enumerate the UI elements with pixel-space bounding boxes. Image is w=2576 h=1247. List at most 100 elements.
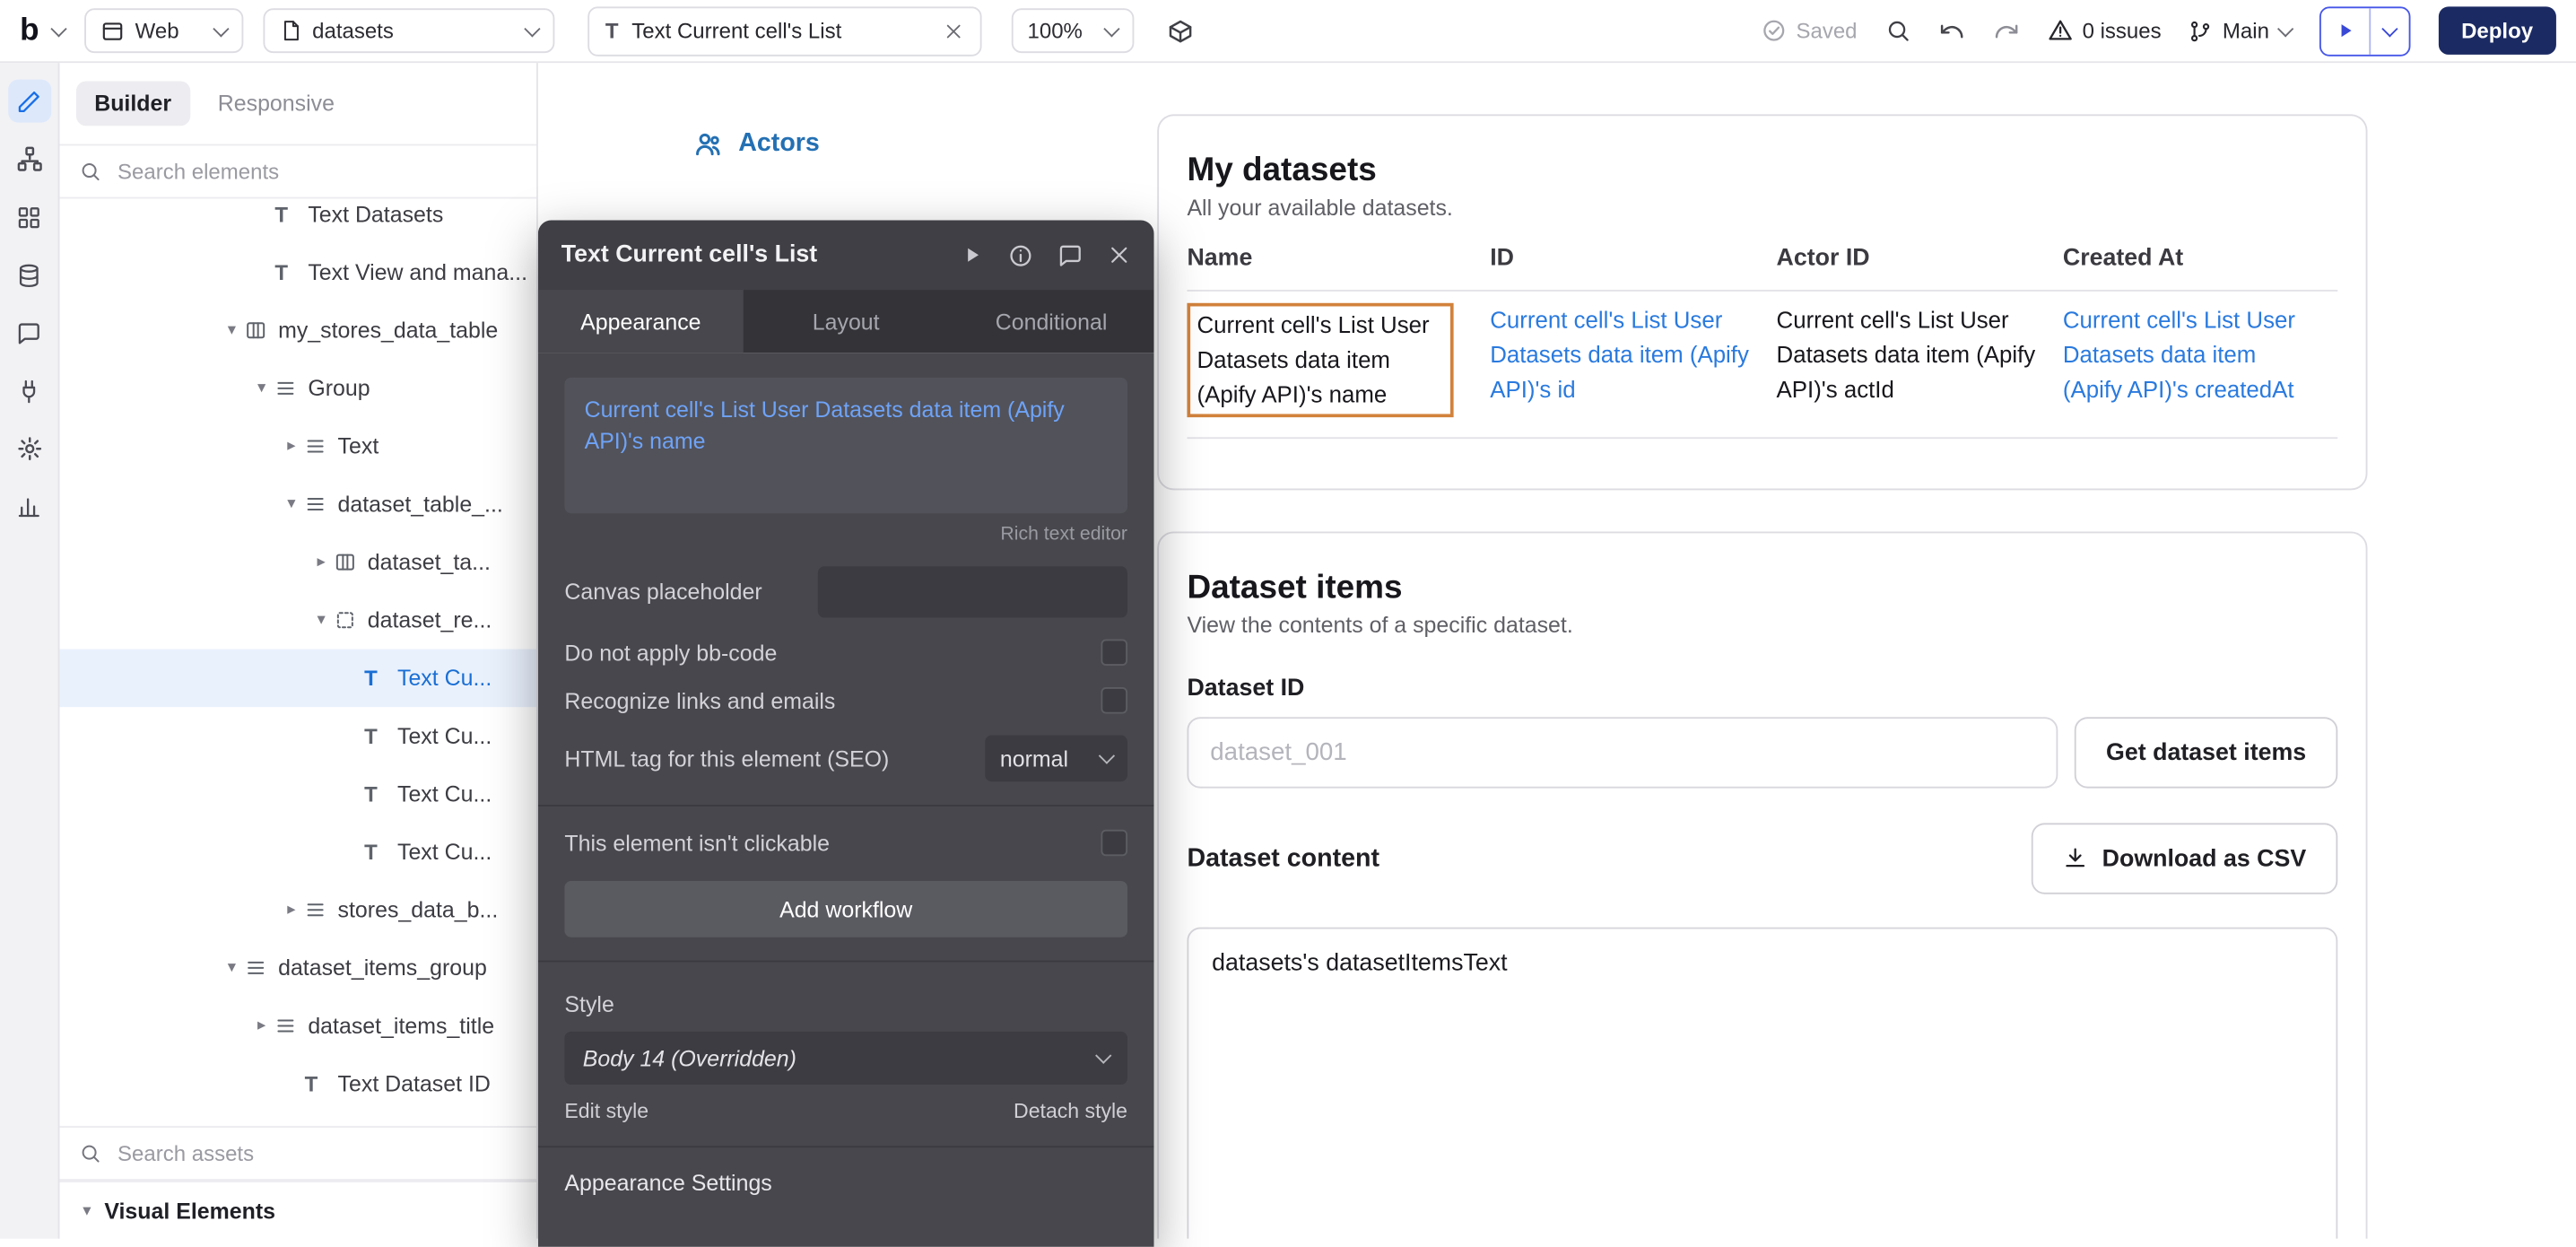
recognize-links-checkbox[interactable] — [1101, 687, 1127, 714]
undo-icon — [1938, 17, 1965, 44]
chevron-down-icon[interactable]: ▾ — [219, 959, 246, 977]
property-editor-header[interactable]: Text Current cell's List — [538, 220, 1154, 290]
redo-icon — [1993, 17, 2020, 44]
html-tag-select[interactable]: normal — [985, 736, 1127, 782]
rail-settings-button[interactable] — [7, 427, 50, 470]
chevron-down-icon[interactable]: ▾ — [219, 321, 246, 339]
tree-item[interactable]: ▾dataset_re... — [59, 591, 536, 650]
tab-layout[interactable]: Layout — [744, 290, 949, 353]
database-icon — [16, 263, 41, 288]
preview-run-button[interactable] — [2320, 7, 2369, 54]
chevron-down-icon — [524, 20, 540, 36]
bbcode-checkbox[interactable] — [1101, 639, 1127, 666]
redo-button[interactable] — [1993, 17, 2020, 44]
rail-design-button[interactable] — [7, 80, 50, 123]
rail-plugins-button[interactable] — [7, 370, 50, 413]
preview-options-button[interactable] — [2371, 7, 2408, 54]
tree-item[interactable]: TText Cu... — [59, 823, 536, 881]
id-cell[interactable]: Current cell's List User Datasets data i… — [1490, 303, 1776, 417]
get-dataset-items-button[interactable]: Get dataset items — [2075, 717, 2337, 788]
tab-responsive[interactable]: Responsive — [199, 81, 352, 126]
tree-item[interactable]: TText View and mana... — [59, 243, 536, 301]
open-tab-label: Text Current cell's List — [631, 18, 929, 43]
rail-components-button[interactable] — [7, 196, 50, 239]
html-tag-label: HTML tag for this element (SEO) — [564, 746, 889, 772]
tree-item[interactable]: TText Cu... — [59, 765, 536, 824]
panel-tabs: Builder Responsive — [59, 63, 536, 145]
property-editor-panel: Text Current cell's List Appearance Layo… — [538, 220, 1154, 1246]
settings-gear-icon — [16, 435, 43, 462]
chevron-right-icon[interactable]: ▸ — [278, 437, 305, 455]
actors-people-icon — [693, 129, 723, 159]
tree-item-label: Text Datasets — [308, 202, 443, 227]
rail-comments-button[interactable] — [7, 311, 50, 354]
deploy-label: Deploy — [2461, 18, 2533, 43]
branch-icon — [2189, 19, 2213, 42]
deploy-button[interactable]: Deploy — [2438, 6, 2556, 55]
appearance-settings-section[interactable]: Appearance Settings — [564, 1171, 1127, 1196]
package-button[interactable] — [1167, 17, 1194, 44]
chevron-right-icon[interactable]: ▸ — [248, 1016, 275, 1034]
chevron-right-icon[interactable]: ▸ — [278, 901, 305, 919]
platform-select[interactable]: Web — [83, 8, 242, 53]
tree-item[interactable]: ▸dataset_items_in... — [59, 1112, 536, 1126]
tab-conditional[interactable]: Conditional — [949, 290, 1154, 353]
created-at-cell[interactable]: Current cell's List User Datasets data i… — [2063, 303, 2337, 417]
dataset-id-input[interactable] — [1187, 717, 2058, 788]
tree-item[interactable]: TText Cu... — [59, 707, 536, 765]
table-row: Current cell's List User Datasets data i… — [1187, 292, 2337, 439]
search-button[interactable] — [1885, 18, 1910, 43]
property-editor-title: Text Current cell's List — [561, 241, 961, 268]
detach-style-link[interactable]: Detach style — [1014, 1100, 1127, 1123]
style-select[interactable]: Body 14 (Overridden) — [564, 1032, 1127, 1085]
tree-item[interactable]: ▸dataset_items_title — [59, 997, 536, 1055]
tab-builder[interactable]: Builder — [76, 81, 189, 126]
info-icon[interactable] — [1008, 242, 1033, 267]
edit-style-link[interactable]: Edit style — [564, 1100, 648, 1123]
rail-logs-button[interactable] — [7, 485, 50, 528]
tree-item-selected[interactable]: TText Cu... — [59, 650, 536, 708]
chevron-down-icon[interactable]: ▾ — [278, 495, 305, 513]
zoom-select[interactable]: 100% — [1011, 8, 1134, 53]
add-workflow-button[interactable]: Add workflow — [564, 881, 1127, 937]
tree-item[interactable]: ▾dataset_table_... — [59, 475, 536, 534]
tree-item[interactable]: ▸dataset_ta... — [59, 533, 536, 591]
branch-select[interactable]: Main — [2189, 18, 2291, 43]
bubble-logo[interactable]: b — [16, 13, 64, 49]
comment-icon[interactable] — [1057, 242, 1083, 267]
rich-text-editor-field[interactable]: Current cell's List User Datasets data i… — [564, 378, 1127, 513]
tree-item[interactable]: ▸stores_data_b... — [59, 881, 536, 939]
tab-appearance[interactable]: Appearance — [538, 290, 744, 353]
not-clickable-checkbox[interactable] — [1101, 830, 1127, 857]
visual-elements-section[interactable]: ▾ Visual Elements — [59, 1181, 536, 1239]
rail-data-button[interactable] — [7, 253, 50, 296]
selected-text-element-name-cell[interactable]: Current cell's List User Datasets data i… — [1187, 303, 1453, 417]
issues-button[interactable]: 0 issues — [2048, 18, 2162, 43]
tree-item[interactable]: ▸Text — [59, 417, 536, 475]
chevron-right-icon[interactable]: ▸ — [308, 553, 335, 571]
undo-button[interactable] — [1938, 17, 1965, 44]
tree-item[interactable]: ▾dataset_items_group — [59, 939, 536, 998]
close-icon[interactable] — [943, 21, 962, 40]
chevron-down-icon[interactable]: ▾ — [248, 379, 275, 397]
group-icon — [245, 957, 266, 979]
canvas-placeholder-input[interactable] — [818, 566, 1127, 617]
chevron-down-icon[interactable]: ▾ — [308, 611, 335, 629]
rail-workflow-button[interactable] — [7, 137, 50, 180]
page-select[interactable]: datasets — [263, 8, 554, 53]
actor-id-cell[interactable]: Current cell's List User Datasets data i… — [1777, 303, 2063, 417]
close-icon[interactable] — [1108, 243, 1131, 266]
tree-item[interactable]: ▾Group — [59, 360, 536, 418]
open-element-tab[interactable]: T Text Current cell's List — [587, 5, 981, 55]
branch-label: Main — [2223, 18, 2269, 43]
tree-item[interactable]: TText Dataset ID — [59, 1055, 536, 1113]
column-header-created-at: Created At — [2063, 245, 2337, 272]
rich-text-editor-hint[interactable]: Rich text editor — [564, 525, 1127, 545]
search-assets-input[interactable] — [114, 1139, 517, 1167]
play-icon[interactable] — [961, 243, 984, 266]
search-elements-input[interactable] — [114, 157, 517, 185]
tree-item[interactable]: ▾my_stores_data_table — [59, 301, 536, 360]
dataset-items-subtitle: View the contents of a specific dataset. — [1187, 613, 2337, 638]
actors-nav-item[interactable]: Actors — [693, 129, 819, 159]
download-csv-button[interactable]: Download as CSV — [2031, 823, 2337, 894]
